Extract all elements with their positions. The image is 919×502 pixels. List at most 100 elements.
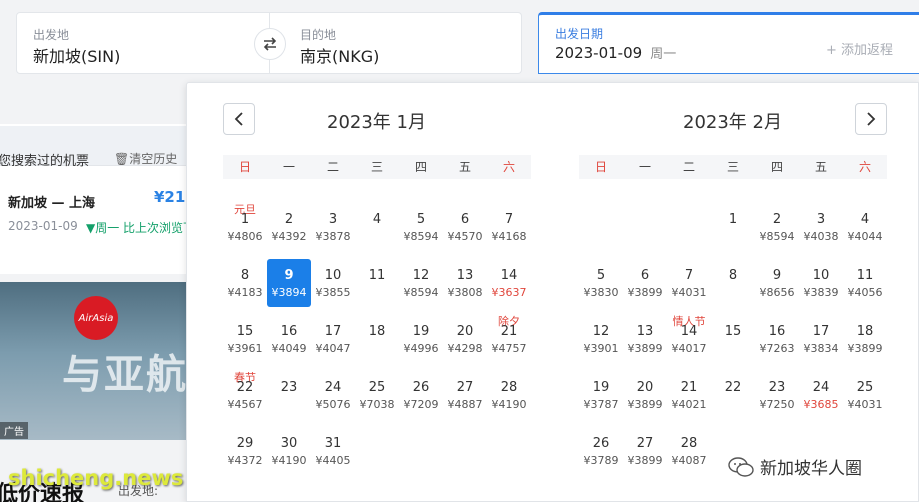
calendar-day[interactable]: 19 ¥4996 — [399, 315, 443, 363]
calendar-day[interactable]: 26 ¥3789 — [579, 427, 623, 475]
calendar-day[interactable]: 2 ¥8594 — [755, 203, 799, 251]
day-number: 19 — [592, 380, 610, 395]
calendar-day[interactable]: 1 — [711, 203, 755, 251]
calendar-day[interactable]: 11 — [355, 259, 399, 307]
chevron-right-icon — [867, 112, 876, 126]
calendar-day[interactable]: 9 ¥8656 — [755, 259, 799, 307]
calendar-day[interactable]: 20 ¥4298 — [443, 315, 487, 363]
calendar-day[interactable]: 5 ¥3830 — [579, 259, 623, 307]
calendar-day[interactable]: 23 ¥7250 — [755, 371, 799, 419]
prev-month-button[interactable] — [223, 103, 255, 135]
next-month-button[interactable] — [855, 103, 887, 135]
calendar-day[interactable]: 4 — [355, 203, 399, 251]
day-number: 11 — [856, 268, 874, 283]
calendar-day[interactable]: 春节 22 ¥4567 — [223, 371, 267, 419]
calendar-day[interactable]: 22 — [711, 371, 755, 419]
day-number: 21 — [500, 324, 518, 339]
calendar-day[interactable]: 6 ¥3899 — [623, 259, 667, 307]
calendar-day[interactable]: 8 ¥4183 — [223, 259, 267, 307]
calendar-day[interactable]: 31 ¥4405 — [311, 427, 355, 475]
calendar-day[interactable]: 10 ¥3839 — [799, 259, 843, 307]
day-price: ¥3899 — [627, 398, 663, 411]
calendar-day[interactable]: 16 ¥4049 — [267, 315, 311, 363]
day-price: ¥4996 — [403, 342, 439, 355]
calendar-day[interactable]: 17 ¥4047 — [311, 315, 355, 363]
calendar-day[interactable]: 19 ¥3787 — [579, 371, 623, 419]
calendar-day[interactable]: 25 ¥7038 — [355, 371, 399, 419]
calendar-day[interactable]: 15 — [711, 315, 755, 363]
day-number: 15 — [724, 324, 742, 339]
calendar-day[interactable]: 13 ¥3899 — [623, 315, 667, 363]
calendar-day[interactable]: 7 ¥4168 — [487, 203, 531, 251]
calendar-day[interactable]: 18 ¥3899 — [843, 315, 887, 363]
calendar-day[interactable]: 5 ¥8594 — [399, 203, 443, 251]
day-number: 17 — [812, 324, 830, 339]
day-price: ¥4392 — [271, 230, 307, 243]
day-price: ¥4087 — [671, 454, 707, 467]
calendar-day[interactable]: 12 ¥8594 — [399, 259, 443, 307]
calendar-day[interactable]: 11 ¥4056 — [843, 259, 887, 307]
calendar-day[interactable]: 2 ¥4392 — [267, 203, 311, 251]
day-number: 15 — [236, 324, 254, 339]
calendar-day[interactable]: 24 ¥3685 — [799, 371, 843, 419]
weekday-label: 日 — [238, 160, 251, 174]
swap-cities-button[interactable] — [254, 28, 286, 60]
day-number: 1 — [728, 212, 738, 227]
day-price: ¥3834 — [803, 342, 839, 355]
calendar-day[interactable]: 8 — [711, 259, 755, 307]
history-route[interactable]: 新加坡 — 上海 — [8, 192, 95, 211]
add-return-button[interactable]: + 添加返程 — [826, 39, 893, 58]
calendar-day[interactable]: 元旦 1 ¥4806 — [223, 203, 267, 251]
day-number: 23 — [768, 380, 786, 395]
calendar-day[interactable]: 3 ¥3878 — [311, 203, 355, 251]
month-title-feb: 2023年 2月 — [683, 112, 782, 133]
day-number: 11 — [368, 268, 386, 283]
wechat-icon — [728, 456, 754, 477]
calendar-day[interactable]: 28 ¥4087 — [667, 427, 711, 475]
ad-banner[interactable]: AirAsia 与亚航 广告 — [0, 282, 186, 440]
day-number: 18 — [856, 324, 874, 339]
day-number: 4 — [372, 212, 382, 227]
day-price: ¥4021 — [671, 398, 707, 411]
calendar-day[interactable]: 18 — [355, 315, 399, 363]
day-number: 4 — [860, 212, 870, 227]
calendar-day[interactable]: 17 ¥3834 — [799, 315, 843, 363]
weekday-label: 二 — [326, 160, 339, 174]
calendar-day[interactable]: 4 ¥4044 — [843, 203, 887, 251]
calendar-day[interactable]: 28 ¥4190 — [487, 371, 531, 419]
day-price: ¥4570 — [447, 230, 483, 243]
day-price: ¥3899 — [627, 342, 663, 355]
calendar-day[interactable]: 情人节 14 ¥4017 — [667, 315, 711, 363]
day-number: 12 — [592, 324, 610, 339]
calendar-day[interactable]: 13 ¥3808 — [443, 259, 487, 307]
calendar-day[interactable]: 25 ¥4031 — [843, 371, 887, 419]
calendar-day[interactable]: 10 ¥3855 — [311, 259, 355, 307]
calendar-day[interactable]: 26 ¥7209 — [399, 371, 443, 419]
calendar-day[interactable]: 12 ¥3901 — [579, 315, 623, 363]
calendar-day[interactable]: 除夕 21 ¥4757 — [487, 315, 531, 363]
calendar-day[interactable]: 21 ¥4021 — [667, 371, 711, 419]
departure-field[interactable]: 出发地 新加坡(SIN) — [16, 12, 270, 74]
weekday-label: 四 — [770, 160, 783, 174]
clear-history-button[interactable]: 🗑清空历史 — [114, 150, 177, 167]
calendar-day[interactable]: 3 ¥4038 — [799, 203, 843, 251]
calendar-day[interactable]: 14 ¥3637 — [487, 259, 531, 307]
day-price: ¥4887 — [447, 398, 483, 411]
calendar-day[interactable]: 27 ¥4887 — [443, 371, 487, 419]
calendar-day[interactable]: 6 ¥4570 — [443, 203, 487, 251]
calendar-day[interactable]: 7 ¥4031 — [667, 259, 711, 307]
calendar-day[interactable]: 20 ¥3899 — [623, 371, 667, 419]
calendar-day[interactable]: 9 ¥3894 — [267, 259, 311, 307]
calendar-day[interactable]: 29 ¥4372 — [223, 427, 267, 475]
calendar-day[interactable]: 23 — [267, 371, 311, 419]
calendar-day[interactable]: 24 ¥5076 — [311, 371, 355, 419]
day-number: 9 — [284, 268, 294, 283]
destination-field[interactable]: 目的地 南京(NKG) — [270, 12, 522, 74]
day-price: ¥7250 — [759, 398, 795, 411]
calendar-day[interactable]: 30 ¥4190 — [267, 427, 311, 475]
calendar-day[interactable]: 16 ¥7263 — [755, 315, 799, 363]
destination-value: 南京(NKG) — [300, 47, 380, 66]
departure-date-field[interactable]: 出发日期 2023-01-09 周一 + 添加返程 — [538, 12, 919, 74]
calendar-day[interactable]: 27 ¥3899 — [623, 427, 667, 475]
calendar-day[interactable]: 15 ¥3961 — [223, 315, 267, 363]
